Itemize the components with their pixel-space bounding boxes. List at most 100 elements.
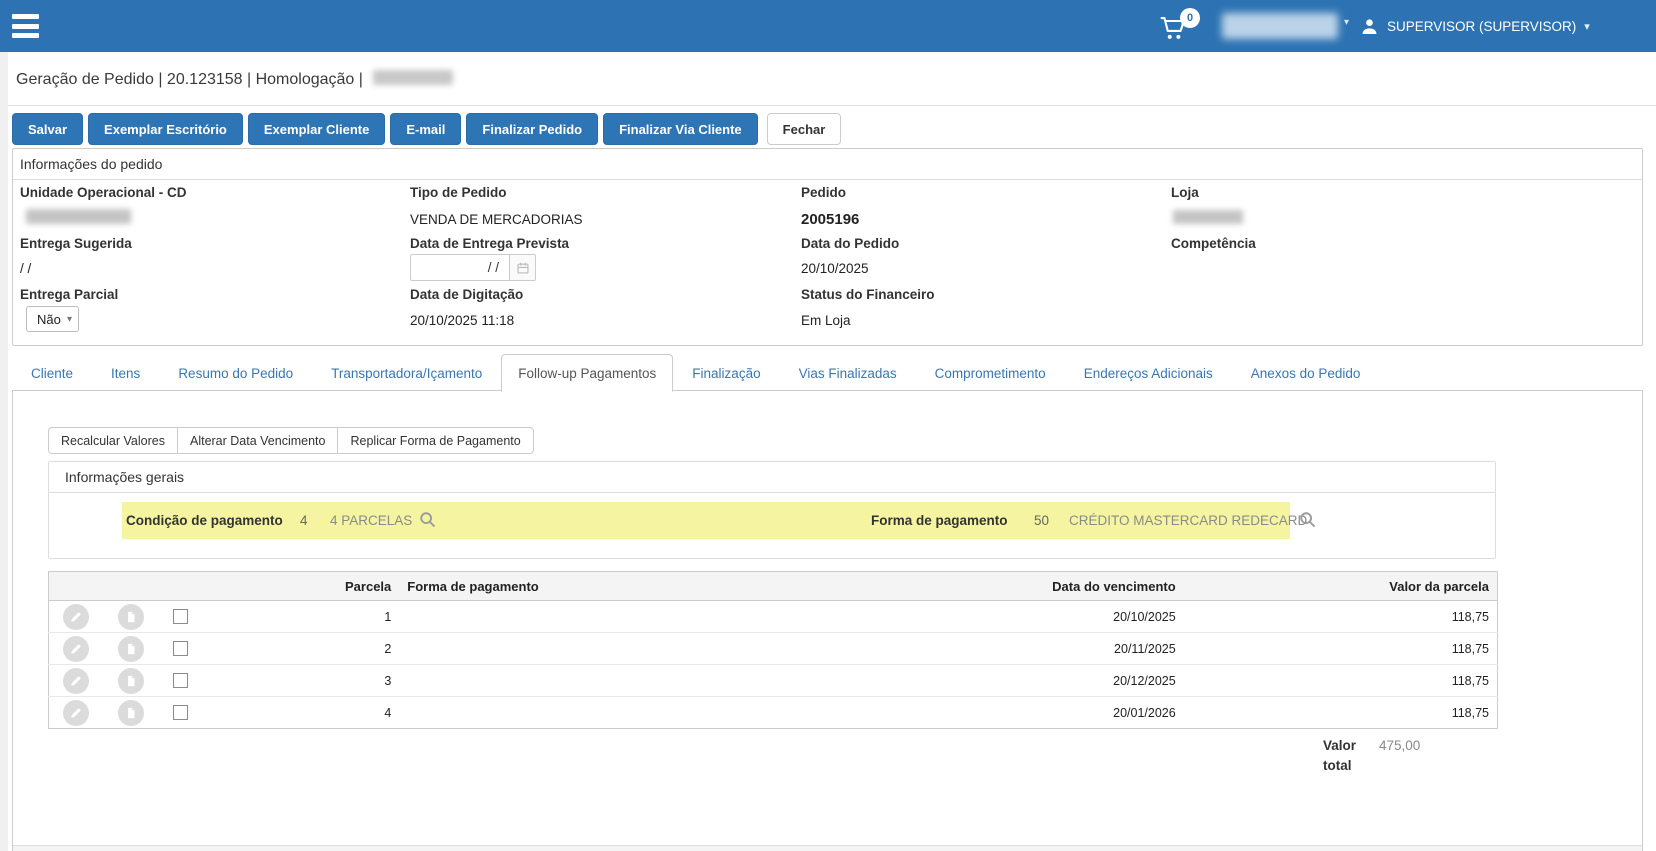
salvar-button[interactable]: Salvar bbox=[12, 113, 83, 145]
copy-installment-button[interactable] bbox=[118, 636, 144, 662]
tab-follow-up-pagamentos[interactable]: Follow-up Pagamentos bbox=[501, 354, 673, 392]
row-checkbox[interactable] bbox=[173, 641, 188, 656]
edit-installment-button[interactable] bbox=[63, 604, 89, 630]
cell-vencimento: 20/01/2026 bbox=[839, 697, 1184, 729]
action-button-row: Salvar Exemplar Escritório Exemplar Clie… bbox=[12, 113, 841, 145]
forma-pagamento-code: 50 bbox=[1034, 513, 1049, 528]
row-checkbox[interactable] bbox=[173, 609, 188, 624]
data-digitacao-value: 20/10/2025 11:18 bbox=[410, 313, 514, 328]
exemplar-cliente-button[interactable]: Exemplar Cliente bbox=[248, 113, 386, 145]
status-financeiro-value: Em Loja bbox=[801, 313, 851, 328]
cell-valor: 118,75 bbox=[1184, 665, 1498, 697]
row-checkbox[interactable] bbox=[173, 705, 188, 720]
document-icon bbox=[124, 706, 138, 720]
informacoes-gerais-body: Condição de pagamento 4 4 PARCELAS Forma… bbox=[49, 493, 1495, 559]
tab-cliente[interactable]: Cliente bbox=[12, 355, 92, 391]
tab-itens[interactable]: Itens bbox=[92, 355, 159, 391]
cell-forma bbox=[399, 633, 839, 665]
row-checkbox[interactable] bbox=[173, 673, 188, 688]
edit-installment-button[interactable] bbox=[63, 668, 89, 694]
email-button[interactable]: E-mail bbox=[390, 113, 461, 145]
tab-enderecos-adicionais[interactable]: Endereços Adicionais bbox=[1065, 355, 1232, 391]
loja-label: Loja bbox=[1171, 185, 1199, 200]
data-pedido-value: 20/10/2025 bbox=[801, 261, 869, 276]
redacted-company-name bbox=[1222, 13, 1338, 39]
pencil-icon bbox=[69, 706, 83, 720]
chevron-down-icon: ▾ bbox=[1344, 17, 1349, 28]
pencil-icon bbox=[69, 610, 83, 624]
loja-value-redacted bbox=[1173, 210, 1243, 224]
tab-vias-finalizadas[interactable]: Vias Finalizadas bbox=[780, 355, 916, 391]
tab-transportadora-icamento[interactable]: Transportadora/Içamento bbox=[312, 355, 501, 391]
finalizar-via-cliente-button[interactable]: Finalizar Via Cliente bbox=[603, 113, 758, 145]
entrega-parcial-selected: Não bbox=[37, 312, 61, 327]
status-financeiro-label: Status do Financeiro bbox=[801, 287, 935, 302]
recalcular-valores-button[interactable]: Recalcular Valores bbox=[48, 427, 178, 454]
cell-forma bbox=[399, 665, 839, 697]
pedido-label: Pedido bbox=[801, 185, 846, 200]
forma-pagamento-description: CRÉDITO MASTERCARD REDECARD bbox=[1069, 513, 1307, 528]
cell-parcela: 3 bbox=[203, 665, 399, 697]
entrega-parcial-label: Entrega Parcial bbox=[20, 287, 118, 302]
hamburger-menu-icon[interactable] bbox=[12, 14, 39, 38]
user-icon bbox=[1360, 17, 1379, 36]
forma-pagamento-search-button[interactable] bbox=[1298, 510, 1317, 529]
total-label: Valor total bbox=[1323, 736, 1369, 776]
payment-condition-highlight-row: Condição de pagamento 4 4 PARCELAS Forma… bbox=[122, 502, 1290, 539]
table-header-row: Parcela Forma de pagamento Data do venci… bbox=[49, 572, 1498, 601]
condicao-pagamento-description: 4 PARCELAS bbox=[330, 513, 412, 528]
cell-parcela: 2 bbox=[203, 633, 399, 665]
data-entrega-prevista-input[interactable]: / / bbox=[410, 254, 510, 281]
chevron-down-icon: ▾ bbox=[67, 314, 72, 325]
cell-vencimento: 20/10/2025 bbox=[839, 601, 1184, 633]
cart-count-badge: 0 bbox=[1180, 8, 1200, 28]
user-menu[interactable]: SUPERVISOR (SUPERVISOR) ▾ bbox=[1360, 13, 1590, 39]
search-icon bbox=[1298, 510, 1317, 529]
condicao-pagamento-search-button[interactable] bbox=[418, 510, 437, 529]
tab-finalizacao[interactable]: Finalização bbox=[673, 355, 779, 391]
header-data-vencimento: Data do vencimento bbox=[839, 572, 1184, 601]
page-left-gutter bbox=[0, 52, 8, 851]
copy-installment-button[interactable] bbox=[118, 604, 144, 630]
finalizar-pedido-button[interactable]: Finalizar Pedido bbox=[466, 113, 598, 145]
copy-installment-button[interactable] bbox=[118, 668, 144, 694]
cart-button[interactable]: 0 bbox=[1158, 10, 1204, 46]
tab-anexos-do-pedido[interactable]: Anexos do Pedido bbox=[1232, 355, 1380, 391]
table-row: 2 20/11/2025 118,75 bbox=[49, 633, 1498, 665]
followup-toolbar: Recalcular Valores Alterar Data Vencimen… bbox=[48, 427, 534, 454]
tab-comprometimento[interactable]: Comprometimento bbox=[916, 355, 1065, 391]
unidade-operacional-value-redacted bbox=[26, 209, 131, 224]
breadcrumb-text: Geração de Pedido | 20.123158 | Homologa… bbox=[16, 71, 363, 88]
forma-pagamento-label: Forma de pagamento bbox=[871, 513, 1008, 528]
tab-resumo-do-pedido[interactable]: Resumo do Pedido bbox=[159, 355, 312, 391]
calendar-icon bbox=[516, 261, 530, 275]
cell-parcela: 4 bbox=[203, 697, 399, 729]
document-icon bbox=[124, 642, 138, 656]
competencia-label: Competência bbox=[1171, 236, 1256, 251]
table-row: 3 20/12/2025 118,75 bbox=[49, 665, 1498, 697]
table-row: 4 20/01/2026 118,75 bbox=[49, 697, 1498, 729]
copy-installment-button[interactable] bbox=[118, 700, 144, 726]
data-entrega-prevista-label: Data de Entrega Prevista bbox=[410, 236, 569, 251]
order-info-panel: Informações do pedido Unidade Operaciona… bbox=[12, 148, 1643, 346]
edit-installment-button[interactable] bbox=[63, 636, 89, 662]
header-forma-pagamento: Forma de pagamento bbox=[399, 572, 839, 601]
entrega-parcial-select[interactable]: Não ▾ bbox=[26, 306, 79, 332]
alterar-data-vencimento-button[interactable]: Alterar Data Vencimento bbox=[177, 427, 339, 454]
replicar-forma-pagamento-button[interactable]: Replicar Forma de Pagamento bbox=[337, 427, 533, 454]
cell-valor: 118,75 bbox=[1184, 601, 1498, 633]
document-icon bbox=[124, 674, 138, 688]
installments-table: Parcela Forma de pagamento Data do venci… bbox=[48, 571, 1498, 729]
header-valor-parcela: Valor da parcela bbox=[1184, 572, 1498, 601]
exemplar-escritorio-button[interactable]: Exemplar Escritório bbox=[88, 113, 243, 145]
fechar-button[interactable]: Fechar bbox=[767, 113, 842, 145]
calendar-picker-button[interactable] bbox=[510, 254, 536, 281]
cell-valor: 118,75 bbox=[1184, 697, 1498, 729]
cell-forma bbox=[399, 697, 839, 729]
tipo-pedido-label: Tipo de Pedido bbox=[410, 185, 507, 200]
entrega-sugerida-label: Entrega Sugerida bbox=[20, 236, 132, 251]
entrega-sugerida-value: / / bbox=[20, 261, 31, 276]
edit-installment-button[interactable] bbox=[63, 700, 89, 726]
order-generation-page: { "topbar": { "cart_badge": "0", "user_l… bbox=[0, 0, 1656, 851]
data-digitacao-label: Data de Digitação bbox=[410, 287, 523, 302]
